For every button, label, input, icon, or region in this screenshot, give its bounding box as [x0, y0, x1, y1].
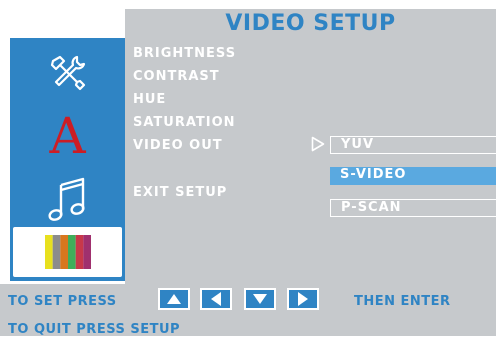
sidebar-item-general[interactable]	[10, 50, 125, 96]
sidebar-item-language[interactable]: A	[10, 108, 125, 164]
video-color-bars-icon	[44, 235, 91, 269]
audio-note-icon	[47, 177, 85, 221]
tools-icon	[50, 55, 85, 91]
nav-key-down[interactable]	[244, 288, 276, 310]
header-bar: VIDEO SETUP	[125, 9, 496, 38]
set-press-hint: TO SET PRESS	[8, 294, 117, 309]
page-title: VIDEO SETUP	[225, 11, 396, 36]
right-arrow-icon	[298, 292, 308, 306]
then-enter-hint: THEN ENTER	[354, 294, 451, 309]
hint-bar: TO SET PRESS THEN ENTER TO QUIT PRESS SE…	[0, 284, 496, 337]
option-yuv[interactable]: YUV	[330, 136, 496, 154]
language-icon: A	[49, 107, 86, 165]
menu-item-video-out[interactable]: VIDEO OUT	[133, 138, 223, 153]
menu-item-brightness[interactable]: BRIGHTNESS	[133, 46, 236, 61]
left-arrow-icon	[211, 292, 221, 306]
sidebar-item-audio[interactable]	[10, 172, 125, 226]
menu-item-exit-setup[interactable]: EXIT SETUP	[133, 185, 227, 200]
settings-panel: BRIGHTNESS CONTRAST HUE SATURATION VIDEO…	[125, 38, 496, 284]
menu-item-contrast[interactable]: CONTRAST	[133, 69, 220, 84]
menu-item-hue[interactable]: HUE	[133, 92, 166, 107]
option-p-scan[interactable]: P-SCAN	[330, 199, 496, 217]
nav-key-left[interactable]	[200, 288, 232, 310]
up-arrow-icon	[167, 294, 181, 304]
menu-item-saturation[interactable]: SATURATION	[133, 115, 236, 130]
option-s-video[interactable]: S-VIDEO	[330, 167, 496, 185]
down-arrow-icon	[253, 294, 267, 304]
sidebar: A	[10, 38, 125, 281]
quit-hint: TO QUIT PRESS SETUP	[8, 322, 181, 337]
sidebar-item-video[interactable]	[13, 227, 122, 277]
nav-key-up[interactable]	[158, 288, 190, 310]
selection-arrow-icon	[311, 136, 325, 152]
nav-key-right[interactable]	[287, 288, 319, 310]
